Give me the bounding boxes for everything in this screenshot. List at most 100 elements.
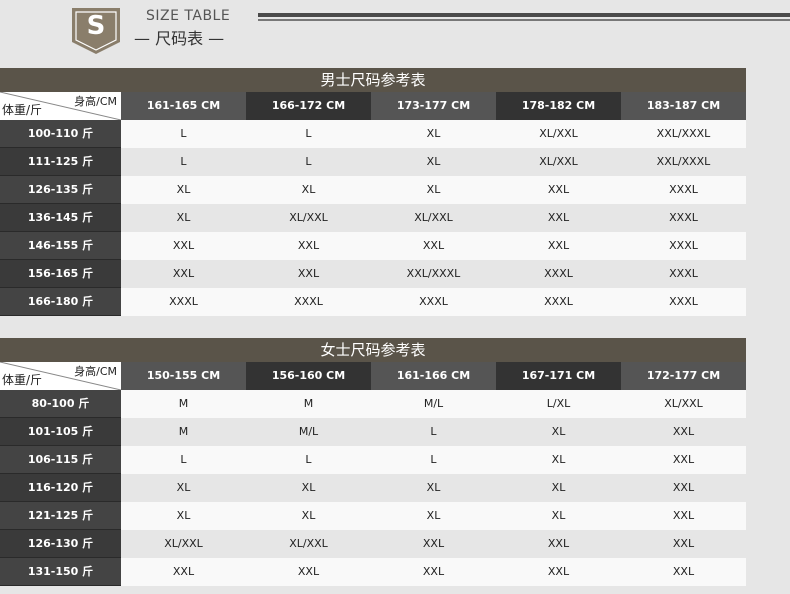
size-cell: XL [121, 204, 246, 232]
column-header: 183-187 CM [621, 92, 746, 120]
size-cell: XXL [496, 176, 621, 204]
size-cell: L [246, 120, 371, 148]
size-cell: XXL [621, 502, 746, 530]
table-title: 男士尺码参考表 [0, 68, 746, 92]
size-cell: M/L [371, 390, 496, 418]
size-cell: XL [496, 446, 621, 474]
column-header: 161-166 CM [371, 362, 496, 390]
row-header: 100-110 斤 [0, 120, 121, 148]
size-cell: XXL [121, 260, 246, 288]
size-cell: XXXL [621, 176, 746, 204]
size-cell: XXXL [496, 260, 621, 288]
size-cell: XXXL [371, 288, 496, 316]
size-cell: XL [496, 418, 621, 446]
table-corner-header: 身高/CM 体重/斤 [0, 362, 121, 390]
size-cell: XXXL [621, 288, 746, 316]
column-header: 161-165 CM [121, 92, 246, 120]
size-cell: L/XL [496, 390, 621, 418]
size-cell: XL [246, 502, 371, 530]
size-cell: XXL [371, 232, 496, 260]
size-cell: L [121, 120, 246, 148]
size-cell: XXL [621, 474, 746, 502]
size-cell: L [246, 446, 371, 474]
size-cell: XXL [621, 558, 746, 586]
row-header: 80-100 斤 [0, 390, 121, 418]
size-cell: XL/XXL [246, 204, 371, 232]
size-cell: L [371, 446, 496, 474]
size-cell: XXL [121, 232, 246, 260]
size-cell: XL/XXL [246, 530, 371, 558]
size-cell: XXL [496, 530, 621, 558]
size-cell: XL/XXL [496, 148, 621, 176]
header-stripe-top [258, 13, 790, 17]
size-cell: XXXL [621, 260, 746, 288]
size-cell: XXL [496, 232, 621, 260]
column-header: 178-182 CM [496, 92, 621, 120]
row-header: 126-135 斤 [0, 176, 121, 204]
size-cell: L [371, 418, 496, 446]
column-header: 166-172 CM [246, 92, 371, 120]
row-header: 126-130 斤 [0, 530, 121, 558]
english-title: SIZE TABLE [146, 8, 231, 24]
size-cell: XL [371, 148, 496, 176]
row-header: 166-180 斤 [0, 288, 121, 316]
badge-letter: S [86, 11, 106, 41]
column-header: 172-177 CM [621, 362, 746, 390]
size-cell: XL [246, 176, 371, 204]
size-cell: XL [121, 474, 246, 502]
height-axis-label: 身高/CM [74, 95, 117, 108]
size-cell: XL/XXL [121, 530, 246, 558]
column-header: 173-177 CM [371, 92, 496, 120]
men-size-table: 男士尺码参考表身高/CM 体重/斤 161-165 CM 166-172 CM 173-… [0, 68, 746, 316]
size-cell: XXL [496, 558, 621, 586]
size-cell: XXL/XXXL [621, 148, 746, 176]
size-cell: XXXL [246, 288, 371, 316]
size-cell: XL [496, 502, 621, 530]
size-cell: XL [371, 502, 496, 530]
size-cell: XL/XXL [371, 204, 496, 232]
women-size-table: 女士尺码参考表 身高/CM 体重/斤 150-155 CM 156-160 CM 161-… [0, 338, 746, 586]
height-axis-label: 身高/CM [74, 365, 117, 378]
size-cell: XXL [621, 418, 746, 446]
size-cell: M [121, 418, 246, 446]
row-header: 111-125 斤 [0, 148, 121, 176]
size-cell: XXL [246, 232, 371, 260]
size-cell: XXL [496, 204, 621, 232]
weight-axis-label: 体重/斤 [2, 373, 43, 387]
size-cell: XXXL [621, 232, 746, 260]
size-cell: L [121, 446, 246, 474]
row-header: 156-165 斤 [0, 260, 121, 288]
size-cell: L [121, 148, 246, 176]
size-cell: L [246, 148, 371, 176]
size-cell: XL [371, 176, 496, 204]
size-cell: XXL [121, 558, 246, 586]
size-cell: XL [121, 176, 246, 204]
row-header: 106-115 斤 [0, 446, 121, 474]
size-cell: XL/XXL [496, 120, 621, 148]
size-cell: XL/XXL [621, 390, 746, 418]
size-cell: XL [371, 474, 496, 502]
size-badge: S [72, 8, 120, 54]
size-cell: XXL/XXXL [371, 260, 496, 288]
size-cell: XL [246, 474, 371, 502]
size-cell: XXL [246, 260, 371, 288]
row-header: 116-120 斤 [0, 474, 121, 502]
size-cell: M/L [246, 418, 371, 446]
row-header: 131-150 斤 [0, 558, 121, 586]
table-title: 女士尺码参考表 [0, 338, 746, 362]
size-cell: XXL [371, 558, 496, 586]
size-cell: M [246, 390, 371, 418]
size-cell: XXXL [121, 288, 246, 316]
size-cell: XXL/XXXL [621, 120, 746, 148]
column-header: 150-155 CM [121, 362, 246, 390]
header-stripe-bottom [258, 19, 790, 21]
weight-axis-label: 体重/斤 [2, 103, 43, 117]
row-header: 121-125 斤 [0, 502, 121, 530]
row-header: 136-145 斤 [0, 204, 121, 232]
size-cell: XXL [621, 446, 746, 474]
size-cell: XL [121, 502, 246, 530]
size-cell: XXL [246, 558, 371, 586]
table-corner-header: 身高/CM 体重/斤 [0, 92, 121, 120]
size-cell: M [121, 390, 246, 418]
row-header: 101-105 斤 [0, 418, 121, 446]
